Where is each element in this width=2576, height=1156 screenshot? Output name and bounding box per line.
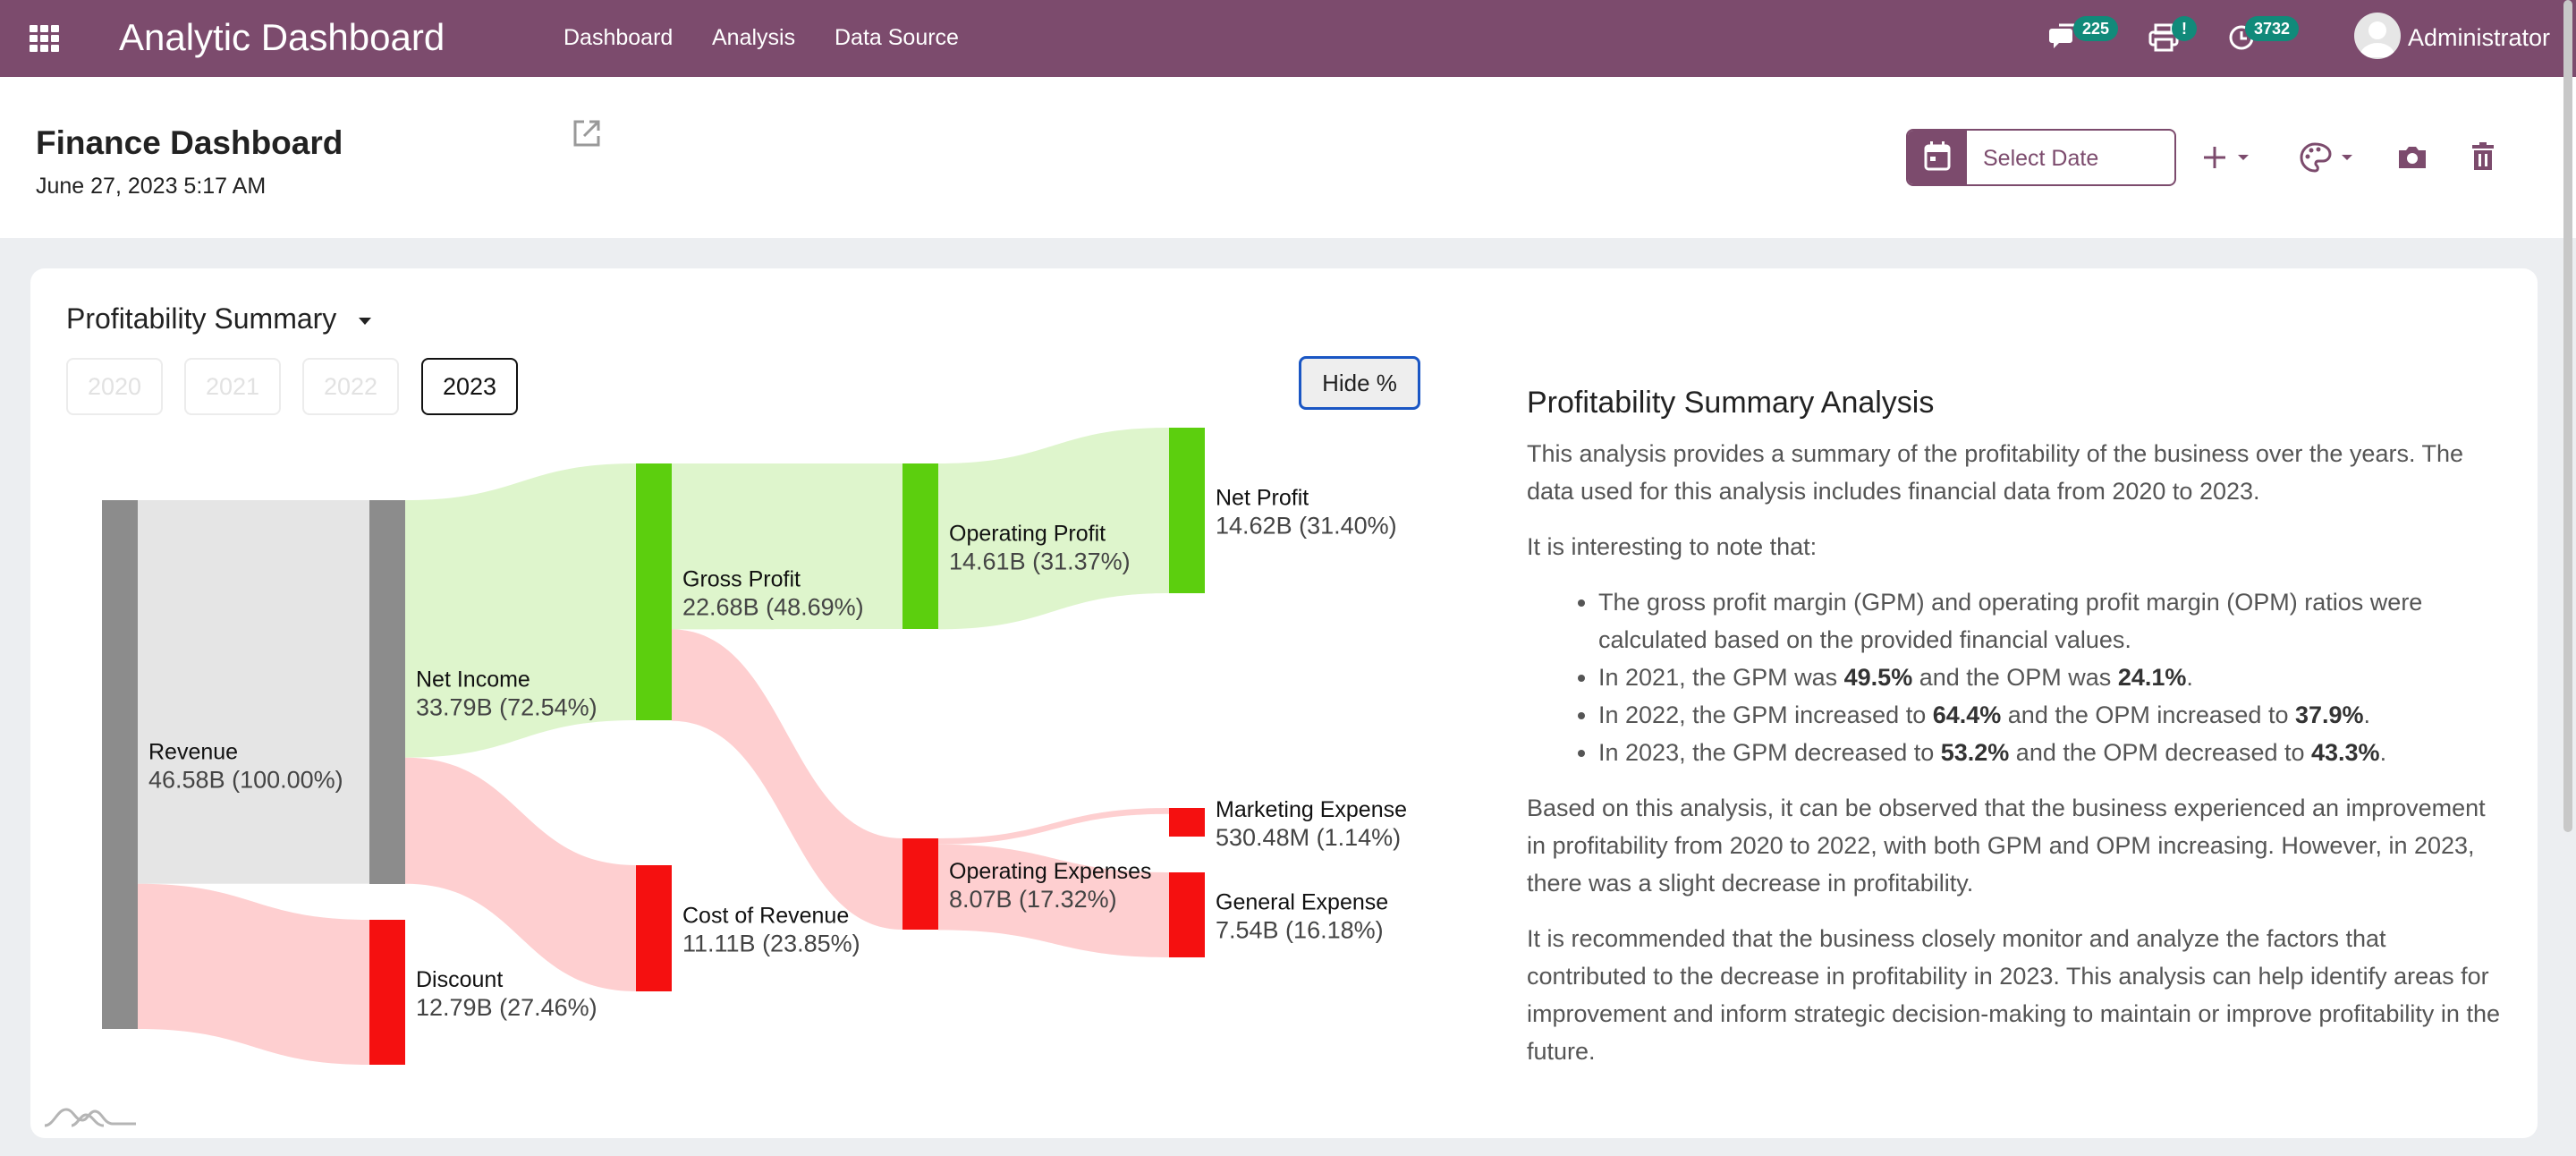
nav-dashboard[interactable]: Dashboard	[564, 23, 673, 52]
sankey-node-operating_expenses[interactable]	[902, 838, 938, 930]
sankey-node-value: 22.68B (48.69%)	[682, 594, 864, 621]
palette-icon[interactable]	[2299, 141, 2360, 174]
sankey-node-label: Revenue	[148, 740, 238, 765]
dashboard-header: Finance Dashboard June 27, 2023 5:17 AM	[0, 77, 2576, 238]
analysis-title: Profitability Summary Analysis	[1527, 386, 1935, 420]
calendar-icon	[1924, 141, 1951, 171]
sankey-node-label: Net Income	[416, 667, 530, 693]
sankey-node-net_income[interactable]	[369, 500, 405, 884]
sankey-node-operating_profit[interactable]	[902, 463, 938, 629]
bullet-item: In 2023, the GPM decreased to 53.2% and …	[1598, 734, 2511, 771]
plus-icon[interactable]	[2202, 141, 2258, 174]
profitability-card: Profitability Summary 2020 2021 2022 202…	[30, 268, 2538, 1138]
sankey-node-label: Cost of Revenue	[682, 904, 849, 929]
sankey-chart: Revenue46.58B (100.00%) Net Income33.79B …	[102, 428, 1407, 1065]
messages-badge: 225	[2073, 16, 2119, 41]
sankey-node-label: Operating Profit	[949, 522, 1106, 547]
app-title: Analytic Dashboard	[119, 16, 445, 58]
sankey-node-label: Discount	[416, 967, 503, 992]
user-name[interactable]: Administrator	[2408, 23, 2550, 52]
sankey-node-gross_profit[interactable]	[636, 463, 672, 720]
sankey-node-value: 33.79B (72.54%)	[416, 694, 597, 721]
sankey-node-label: General Expense	[1216, 890, 1388, 915]
top-navbar: Analytic Dashboard Dashboard Analysis Da…	[0, 0, 2576, 77]
sankey-node-net_profit[interactable]	[1169, 428, 1205, 593]
page-scrollbar[interactable]	[2563, 0, 2572, 832]
date-picker[interactable]	[1906, 129, 2176, 186]
nav-data-source[interactable]: Data Source	[835, 23, 959, 52]
sankey-node-label: Operating Expenses	[949, 859, 1152, 884]
sankey-link-operating_expenses-to-marketing_expense	[938, 808, 1169, 845]
sankey-node-general_expense[interactable]	[1169, 872, 1205, 957]
sankey-node-value: 8.07B (17.32%)	[949, 886, 1117, 913]
bullet-item: In 2022, the GPM increased to 64.4% and …	[1598, 696, 2511, 734]
sankey-node-value: 46.58B (100.00%)	[148, 767, 343, 794]
sankey-node-value: 7.54B (16.18%)	[1216, 917, 1384, 944]
sankey-node-label: Net Profit	[1216, 486, 1309, 511]
user-icon	[2360, 21, 2395, 57]
avatar[interactable]	[2354, 13, 2401, 59]
calendar-button[interactable]	[1908, 131, 1967, 184]
sankey-node-marketing_expense[interactable]	[1169, 808, 1205, 837]
analysis-recommendation: It is recommended that the business clos…	[1527, 925, 2500, 1065]
trash-icon[interactable]	[2469, 141, 2497, 174]
analysis-intro: This analysis provides a summary of the …	[1527, 440, 2463, 505]
analysis-lead: It is interesting to note that:	[1527, 533, 1818, 560]
sankey-node-value: 530.48M (1.14%)	[1216, 824, 1401, 851]
sankey-node-cost_of_revenue[interactable]	[636, 865, 672, 991]
sankey-node-label: Marketing Expense	[1216, 797, 1407, 822]
mountain-logo-icon	[44, 1108, 136, 1127]
page-title: Finance Dashboard	[36, 124, 343, 161]
analysis-panel: Profitability Summary Analysis This anal…	[1527, 383, 2511, 1088]
analysis-conclusion: Based on this analysis, it can be observ…	[1527, 795, 2486, 897]
sankey-node-discount[interactable]	[369, 920, 405, 1065]
activity-badge: 3732	[2245, 16, 2300, 41]
apps-grid-icon[interactable]	[28, 21, 62, 55]
page-date: June 27, 2023 5:17 AM	[36, 174, 267, 199]
sankey-link-revenue-to-net_income	[138, 500, 369, 884]
printer-badge: !	[2172, 16, 2197, 41]
sankey-node-value: 12.79B (27.46%)	[416, 994, 597, 1021]
analysis-bullets: The gross profit margin (GPM) and operat…	[1527, 583, 2511, 771]
bullet-item: In 2021, the GPM was 49.5% and the OPM w…	[1598, 659, 2511, 696]
sankey-link-net_income-to-cost_of_revenue	[405, 757, 636, 991]
sankey-link-revenue-to-discount	[138, 883, 369, 1065]
sankey-link-gross_profit-to-operating_expenses	[672, 629, 902, 930]
sankey-node-value: 14.62B (31.40%)	[1216, 513, 1397, 540]
sankey-node-value: 14.61B (31.37%)	[949, 548, 1131, 575]
nav-analysis[interactable]: Analysis	[712, 23, 795, 52]
sankey-node-revenue[interactable]	[102, 500, 138, 1029]
external-link-icon[interactable]	[570, 116, 604, 150]
bullet-item: The gross profit margin (GPM) and operat…	[1598, 583, 2511, 659]
camera-icon[interactable]	[2395, 141, 2429, 174]
date-input[interactable]	[1970, 131, 2174, 184]
sankey-node-value: 11.11B (23.85%)	[682, 931, 860, 957]
sankey-node-label: Gross Profit	[682, 567, 801, 592]
